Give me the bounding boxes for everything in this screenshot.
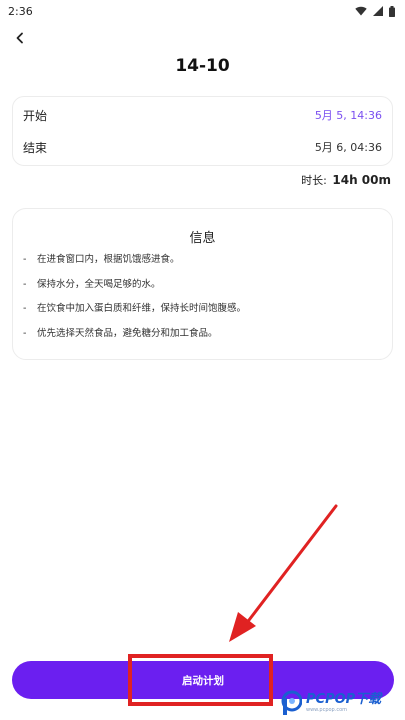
signal-icon (373, 6, 383, 16)
watermark-text: PCPOP下载 www.pcpop.com (306, 693, 381, 713)
list-item: - 在进食窗口内，根据饥饿感进食。 (23, 254, 180, 265)
info-card: 信息 - 在进食窗口内，根据饥饿感进食。 - 保持水分，全天喝足够的水。 - 在饮食中… (12, 208, 393, 360)
back-arrow-icon (16, 32, 23, 44)
list-item: - 保持水分，全天喝足够的水。 (23, 278, 161, 290)
duration-label: 时长: (301, 174, 327, 187)
start-label: 开始 (23, 108, 48, 123)
watermark-brand: PCPOP下载 (306, 692, 382, 707)
info-title: 信息 (189, 231, 216, 246)
watermark-sub: www.pcpop.com (306, 707, 347, 713)
wifi-icon (355, 6, 367, 16)
page: 2:36 14-10 开始 5月 5, 14:36 结束 5月 6, 04:36… (0, 0, 405, 720)
page-title: 14-10 (175, 56, 230, 76)
watermark: PCPOP下载 www.pcpop.com (280, 686, 405, 720)
battery-icon (389, 5, 395, 17)
start-time-row[interactable]: 开始 5月 5, 14:36 (23, 105, 382, 125)
duration: 时长: 14h 00m (301, 172, 391, 188)
times-card: 开始 5月 5, 14:36 结束 5月 6, 04:36 (12, 96, 393, 166)
list-item: - 在饮食中加入蛋白质和纤维，保持长时间饱腹感。 (23, 303, 247, 314)
status-time: 2:36 (8, 4, 33, 18)
end-time-row: 结束 5月 6, 04:36 (23, 137, 382, 157)
pcpop-logo-icon (281, 690, 302, 715)
end-label: 结束 (23, 140, 48, 155)
end-time-value: 5月 6, 04:36 (314, 141, 382, 154)
start-time-value[interactable]: 5月 5, 14:36 (315, 107, 382, 123)
list-item: - 优先选择天然食品，避免糖分和加工食品。 (23, 327, 218, 339)
duration-value: 14h 00m (332, 173, 391, 187)
info-list: - 在进食窗口内，根据饥饿感进食。 - 保持水分，全天喝足够的水。 - 在饮食中加入蛋… (23, 253, 382, 351)
back-button[interactable] (10, 28, 30, 48)
status-bar: 2:36 (0, 0, 405, 22)
status-icons (355, 5, 395, 17)
